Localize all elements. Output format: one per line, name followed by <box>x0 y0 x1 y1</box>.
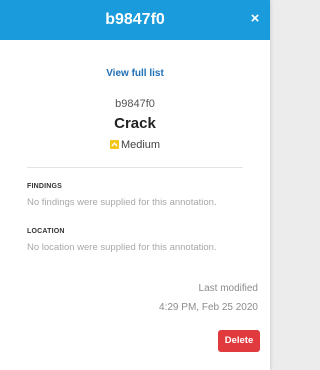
close-button[interactable]: × <box>247 11 263 27</box>
panel-header: b9847f0 × <box>0 0 270 40</box>
severity-label: Medium <box>120 139 161 151</box>
divider <box>27 167 243 168</box>
chevron-up-icon <box>109 140 119 149</box>
view-full-list-link[interactable]: View full list <box>0 68 270 79</box>
severity-indicator: Medium <box>0 139 270 151</box>
location-label: LOCATION <box>27 228 65 235</box>
findings-label: FINDINGS <box>27 183 63 190</box>
annotation-type: Crack <box>114 115 156 132</box>
findings-text: No findings were supplied for this annot… <box>27 197 217 208</box>
location-text: No location were supplied for this annot… <box>27 242 217 253</box>
close-icon: × <box>250 10 260 27</box>
last-modified-label: Last modified <box>198 283 258 294</box>
delete-button[interactable]: Delete <box>218 330 260 352</box>
annotation-panel: b9847f0 × View full list b9847f0 Crack M… <box>0 0 270 370</box>
last-modified-date: 4:29 PM, Feb 25 2020 <box>159 302 258 313</box>
annotation-id: b9847f0 <box>115 98 155 110</box>
panel-title: b9847f0 <box>105 11 165 28</box>
